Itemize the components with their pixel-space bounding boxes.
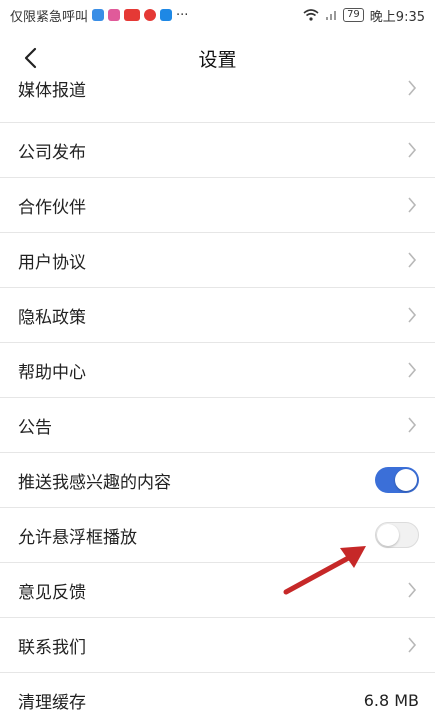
chevron-right-icon — [405, 635, 419, 655]
chevron-right-icon — [405, 250, 419, 270]
more-notifications-icon: ··· — [176, 7, 189, 23]
settings-item-label: 意见反馈 — [18, 582, 86, 603]
settings-item-label: 媒体报道 — [18, 80, 86, 101]
chevron-right-icon — [405, 78, 419, 98]
app-notification-icon — [92, 9, 105, 21]
no-signal-icon — [326, 11, 337, 20]
app-notification-icon — [160, 9, 173, 21]
settings-item-media-reports[interactable]: 媒体报道 — [0, 68, 435, 123]
app-notification-icon — [144, 9, 157, 21]
settings-item-push-interests: 推送我感兴趣的内容 — [0, 453, 435, 508]
floating-window-toggle[interactable] — [375, 522, 419, 548]
carrier-text: 仅限紧急呼叫 — [10, 9, 89, 25]
chevron-right-icon — [405, 140, 419, 160]
toggle-knob — [395, 469, 417, 491]
app-notification-icon — [108, 9, 121, 21]
settings-item-label: 清理缓存 — [18, 692, 86, 713]
settings-item-label: 公告 — [18, 417, 52, 438]
settings-item-label: 帮助中心 — [18, 362, 86, 383]
settings-item-user-agreement[interactable]: 用户协议 — [0, 233, 435, 288]
settings-item-company-releases[interactable]: 公司发布 — [0, 123, 435, 178]
battery-indicator: 79 — [343, 8, 364, 22]
settings-item-label: 允许悬浮框播放 — [18, 527, 137, 548]
settings-item-contact-us[interactable]: 联系我们 — [0, 618, 435, 673]
settings-list: 媒体报道 公司发布 合作伙伴 用户协议 隐私政策 帮助中心 公告 推送我感兴趣的… — [0, 68, 435, 720]
chevron-right-icon — [405, 305, 419, 325]
settings-item-help-center[interactable]: 帮助中心 — [0, 343, 435, 398]
settings-item-label: 用户协议 — [18, 252, 86, 273]
clock: 晚上9:35 — [369, 9, 425, 25]
chevron-right-icon — [405, 415, 419, 435]
settings-item-announcements[interactable]: 公告 — [0, 398, 435, 453]
toggle-knob — [377, 524, 399, 546]
chevron-left-icon — [24, 47, 37, 69]
settings-item-partners[interactable]: 合作伙伴 — [0, 178, 435, 233]
settings-item-feedback[interactable]: 意见反馈 — [0, 563, 435, 618]
settings-item-floating-window-playback: 允许悬浮框播放 — [0, 508, 435, 563]
chevron-right-icon — [405, 360, 419, 380]
settings-item-privacy-policy[interactable]: 隐私政策 — [0, 288, 435, 343]
chevron-right-icon — [405, 580, 419, 600]
wifi-icon — [303, 9, 319, 21]
settings-item-label: 合作伙伴 — [18, 197, 86, 218]
settings-item-clear-cache[interactable]: 清理缓存 6.8 MB — [0, 673, 435, 720]
settings-item-label: 联系我们 — [18, 637, 86, 658]
settings-item-label: 推送我感兴趣的内容 — [18, 472, 171, 493]
app-notification-icon — [124, 9, 141, 21]
settings-item-label: 公司发布 — [18, 142, 86, 163]
settings-item-label: 隐私政策 — [18, 307, 86, 328]
push-interests-toggle[interactable] — [375, 467, 419, 493]
cache-size-value: 6.8 MB — [363, 690, 419, 710]
chevron-right-icon — [405, 195, 419, 215]
status-bar: 仅限紧急呼叫 ··· 79 晚上9:35 — [0, 0, 435, 30]
